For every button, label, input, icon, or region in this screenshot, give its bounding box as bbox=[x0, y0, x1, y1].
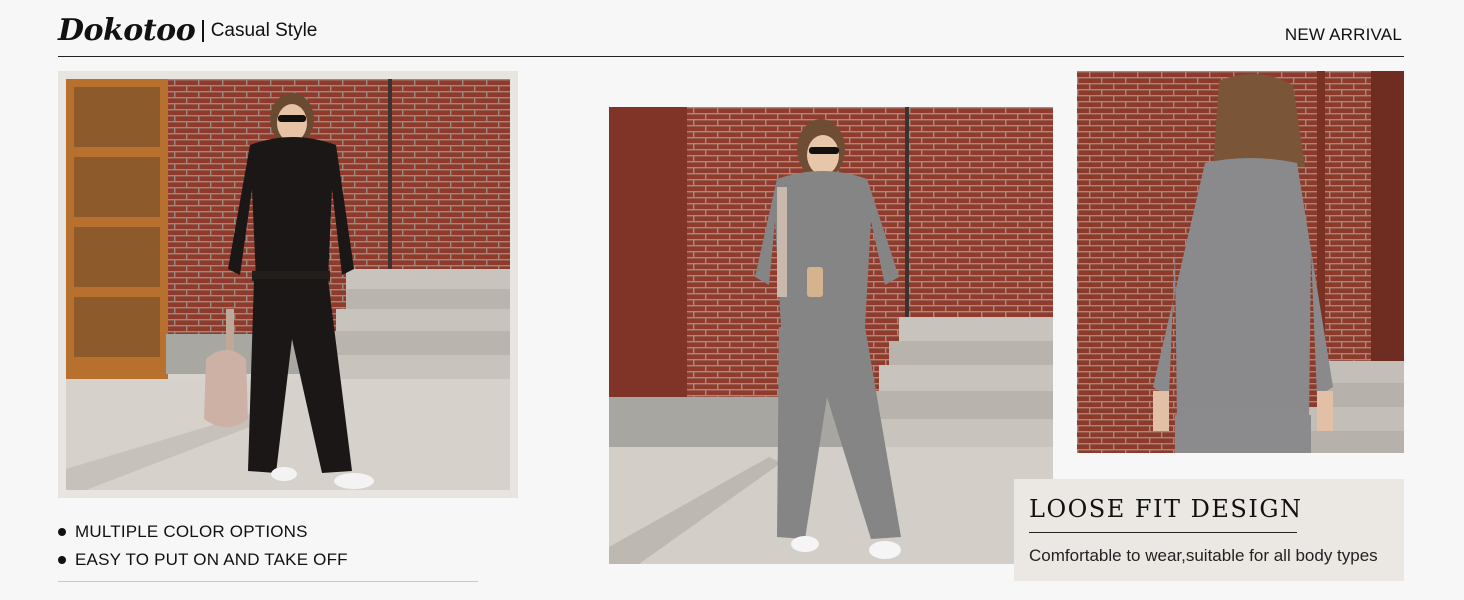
bullet-icon bbox=[58, 556, 66, 564]
loose-fit-callout: LOOSE FIT DESIGN Comfortable to wear,sui… bbox=[1014, 479, 1404, 581]
brand-header: Dokotoo Casual Style bbox=[58, 12, 317, 48]
callout-divider bbox=[1029, 532, 1297, 533]
brand-logo: Dokotoo bbox=[58, 12, 196, 48]
callout-subtitle: Comfortable to wear,suitable for all bod… bbox=[1029, 546, 1378, 565]
black-outfit-frame bbox=[58, 71, 518, 498]
callout-title: LOOSE FIT DESIGN bbox=[1029, 495, 1303, 523]
feature-divider bbox=[58, 581, 478, 582]
grey-outfit-front-photo bbox=[609, 107, 1053, 564]
header-divider bbox=[58, 56, 1404, 57]
bullet-icon bbox=[58, 528, 66, 536]
feature-text: MULTIPLE COLOR OPTIONS bbox=[75, 522, 308, 541]
black-outfit-photo bbox=[66, 79, 510, 490]
feature-text: EASY TO PUT ON AND TAKE OFF bbox=[75, 550, 348, 569]
brand-tagline: Casual Style bbox=[210, 20, 318, 41]
new-arrival-label: NEW ARRIVAL bbox=[1284, 25, 1402, 44]
feature-list: MULTIPLE COLOR OPTIONS EASY TO PUT ON AN… bbox=[58, 518, 348, 574]
brand-divider bbox=[202, 20, 204, 42]
grey-outfit-back-photo bbox=[1077, 71, 1404, 453]
list-item: MULTIPLE COLOR OPTIONS bbox=[58, 518, 348, 546]
list-item: EASY TO PUT ON AND TAKE OFF bbox=[58, 546, 348, 574]
